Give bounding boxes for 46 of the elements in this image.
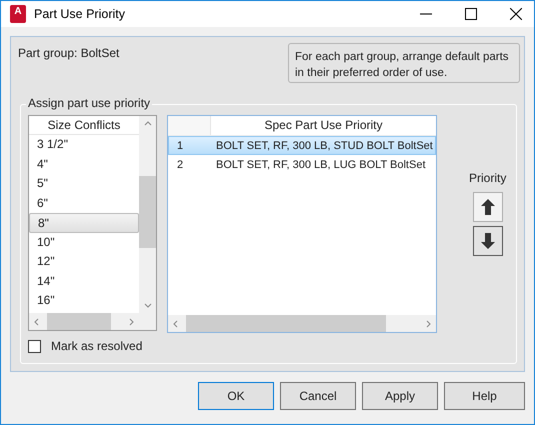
dialog-button[interactable]: Help — [444, 382, 525, 410]
scroll-right-icon[interactable] — [426, 320, 432, 328]
row-number: 1 — [176, 139, 184, 154]
horizontal-scrollbar[interactable] — [29, 313, 139, 330]
scroll-up-icon[interactable] — [144, 120, 152, 126]
vertical-scrollbar[interactable] — [139, 116, 156, 313]
list-item[interactable]: 4" — [29, 154, 139, 174]
window-title: Part Use Priority — [34, 7, 126, 21]
scrollbar-thumb[interactable] — [47, 313, 111, 330]
part-group-label: Part group: BoltSet — [18, 46, 120, 62]
list-item[interactable]: 16" — [29, 291, 139, 310]
info-text: For each part group, arrange default parts in their preferred order of use. — [288, 43, 520, 83]
dialog-button[interactable]: Apply — [362, 382, 438, 410]
scrollbar-thumb[interactable] — [139, 176, 156, 248]
down-arrow-icon — [480, 233, 495, 249]
scroll-left-icon[interactable] — [33, 318, 39, 326]
dialog-button[interactable]: Cancel — [280, 382, 356, 410]
scroll-left-icon[interactable] — [172, 320, 178, 328]
scroll-right-icon[interactable] — [129, 318, 135, 326]
list-item[interactable]: 5" — [29, 174, 139, 194]
grid-row[interactable]: 2 BOLT SET, RF, 300 LB, LUG BOLT BoltSet — [168, 155, 436, 174]
grid-row[interactable]: 1 BOLT SET, RF, 300 LB, STUD BOLT BoltSet — [168, 136, 436, 155]
list-item[interactable]: 10" — [29, 232, 139, 252]
list-item[interactable]: 8" — [29, 213, 139, 232]
list-item[interactable]: 6" — [29, 194, 139, 213]
list-item[interactable]: 12" — [29, 252, 139, 272]
up-arrow-icon — [480, 199, 495, 215]
horizontal-scrollbar[interactable] — [168, 315, 436, 332]
row-number: 2 — [176, 158, 184, 173]
maximize-icon[interactable] — [465, 8, 477, 20]
close-icon[interactable] — [510, 8, 522, 20]
part-name: BOLT SET, RF, 300 LB, LUG BOLT BoltSet — [216, 158, 426, 173]
priority-label: Priority — [469, 171, 506, 185]
part-name: BOLT SET, RF, 300 LB, STUD BOLT BoltSet — [216, 139, 434, 154]
scrollbar-thumb[interactable] — [186, 315, 386, 332]
list-item[interactable]: 3 1/2" — [29, 135, 139, 154]
scroll-down-icon[interactable] — [144, 303, 152, 309]
list-item[interactable]: 14" — [29, 272, 139, 291]
move-down-button[interactable] — [472, 226, 503, 256]
group-title: Assign part use priority — [26, 96, 152, 110]
move-up-button[interactable] — [472, 192, 503, 222]
column-header[interactable]: Spec Part Use Priority — [211, 116, 436, 135]
dialog-button[interactable]: OK — [198, 382, 274, 410]
checkbox[interactable] — [28, 340, 41, 352]
app-icon: A — [10, 5, 26, 23]
checkbox-label[interactable]: Mark as resolved — [51, 339, 142, 353]
